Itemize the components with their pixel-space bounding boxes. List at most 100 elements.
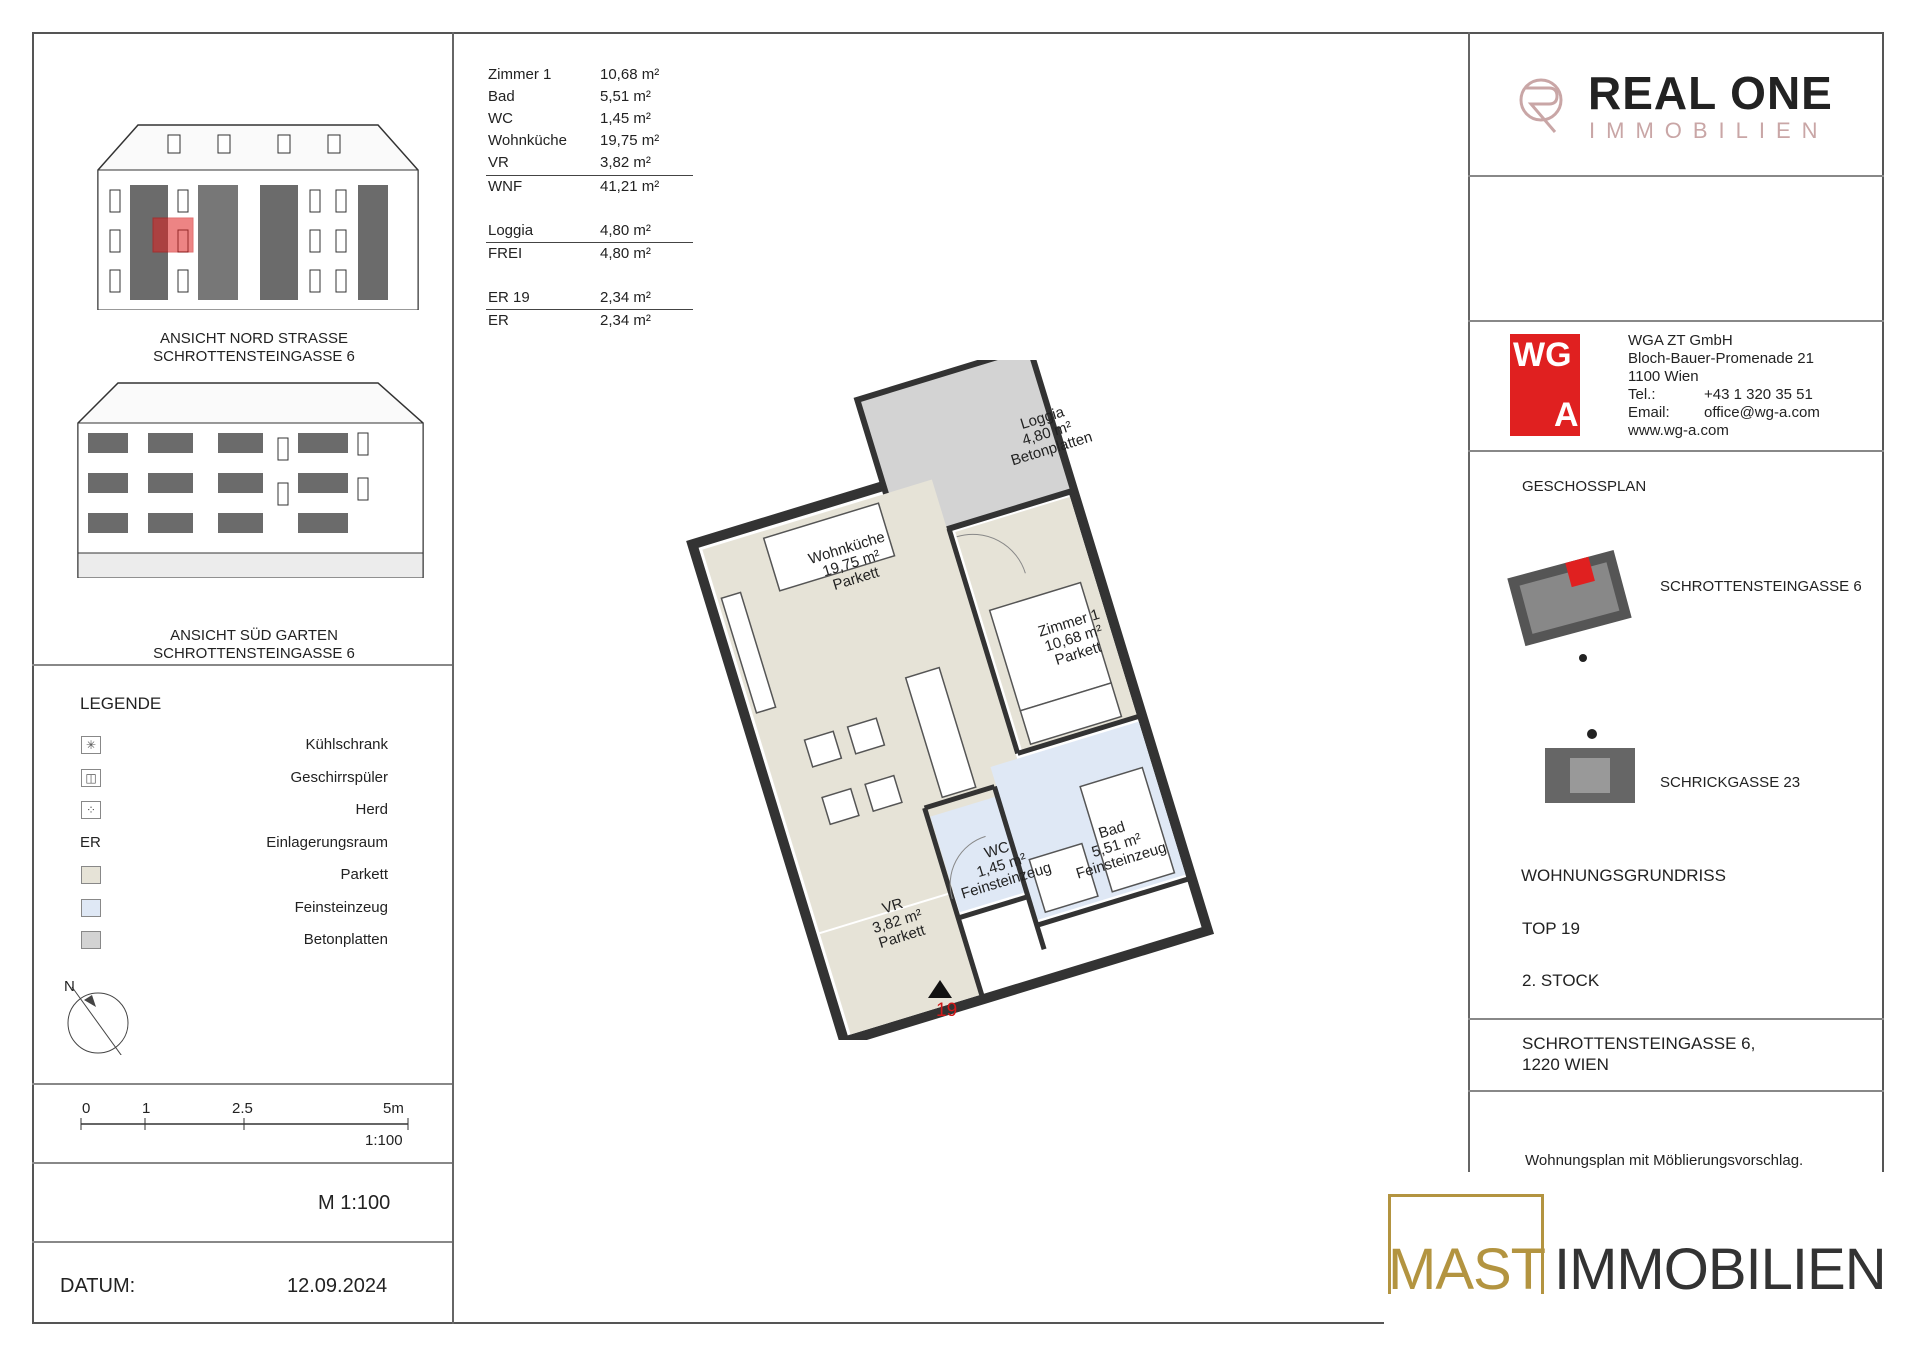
wga-tel: +43 1 320 35 51 (1704, 386, 1813, 403)
area-total-row: FREI 4,80 m² (488, 245, 693, 267)
legend-item: ⁘ Herd (78, 799, 388, 825)
parkett-swatch (81, 866, 101, 884)
divider-scalebar (32, 1083, 452, 1085)
entrance-arrow-icon (928, 980, 952, 998)
area-name: ER 19 (488, 289, 530, 306)
legend-title: LEGENDE (80, 694, 162, 713)
area-name: FREI (488, 245, 523, 262)
area-value: 4,80 m² (600, 245, 651, 262)
legend-label: Herd (355, 801, 388, 818)
area-row: Loggia 4,80 m² (488, 222, 693, 244)
area-name: Wohnküche (488, 132, 567, 149)
divider-wga (1468, 320, 1884, 322)
legend-item: Parkett (78, 864, 388, 890)
area-sum-line (486, 175, 693, 176)
area-name: WNF (488, 178, 523, 195)
area-name: WC (488, 110, 513, 127)
area-sum-line (486, 309, 693, 310)
site-plan-2-image (1545, 729, 1635, 803)
tile-swatch (81, 899, 101, 917)
area-value: 10,68 m² (600, 66, 660, 83)
real-one-wordmark: REAL ONE (1588, 67, 1833, 119)
concrete-swatch (81, 931, 101, 949)
area-value: 2,34 m² (600, 289, 651, 306)
legend-label: Einlagerungsraum (266, 834, 388, 851)
wga-street: Bloch-Bauer-Promenade 21 (1628, 350, 1814, 367)
area-value: 19,75 m² (600, 132, 660, 149)
wga-name: WGA ZT GmbH (1628, 332, 1733, 349)
wga-email[interactable]: office@wg-a.com (1704, 404, 1820, 421)
wga-email-label: Email: (1628, 404, 1670, 421)
real-one-subtitle: IMMOBILIEN (1589, 118, 1829, 143)
legend-item: ✳ Kühlschrank (78, 734, 388, 760)
wga-tel-label: Tel.: (1628, 386, 1656, 403)
plan-type-title: WOHNUNGSGRUNDRISS (1521, 866, 1726, 885)
area-value: 2,34 m² (600, 312, 651, 329)
area-value: 4,80 m² (600, 222, 651, 239)
scale-label: M 1:100 (318, 1192, 391, 1214)
legend-item: ER Einlagerungsraum (78, 832, 388, 858)
entrance-number: 19 (936, 1000, 958, 1021)
left-column-divider (452, 32, 454, 1324)
storage-abbrev: ER (80, 834, 101, 851)
area-name: VR (488, 154, 509, 171)
area-value: 1,45 m² (600, 110, 651, 127)
area-row: WC 1,45 m² (488, 110, 693, 132)
divider-date (32, 1241, 452, 1243)
mast-wordmark-2: IMMOBILIEN (1554, 1237, 1887, 1302)
legend-label: Geschirrspüler (290, 769, 388, 786)
legend-item: Betonplatten (78, 929, 388, 955)
date-value: 12.09.2024 (287, 1275, 388, 1297)
divider-note (1468, 1090, 1884, 1092)
area-row: ER 19 2,34 m² (488, 289, 693, 311)
divider-brand (1468, 175, 1884, 177)
legend-item: Feinsteinzeug (78, 897, 388, 923)
divider-geschoss (1468, 450, 1884, 452)
scale-tick-1: 1 (142, 1100, 151, 1117)
legend-label: Kühlschrank (305, 736, 388, 753)
legend-item: ◫ Geschirrspüler (78, 767, 388, 793)
north-label: N (64, 978, 75, 995)
area-name: Zimmer 1 (488, 66, 552, 83)
elevation-south-caption-1: ANSICHT SÜD GARTEN (170, 627, 338, 644)
area-row: VR 3,82 m² (488, 154, 693, 176)
area-name: ER (488, 312, 509, 329)
wga-logo: WG A (1510, 334, 1580, 436)
elevation-south-caption-2: SCHROTTENSTEINGASSE 6 (153, 645, 355, 662)
divider-scale (32, 1162, 452, 1164)
stove-icon: ⁘ (81, 801, 101, 819)
wga-web[interactable]: www.wg-a.com (1628, 422, 1820, 440)
area-row: Zimmer 1 10,68 m² (488, 66, 693, 88)
scale-tick-3: 5m (383, 1100, 404, 1117)
scale-tick-0: 0 (82, 1100, 91, 1117)
area-value: 3,82 m² (600, 154, 651, 171)
area-value: 41,21 m² (600, 178, 660, 195)
wga-logo-text-bottom: A (1554, 396, 1579, 434)
unit-number: TOP 19 (1522, 919, 1580, 938)
date-label: DATUM: (60, 1275, 136, 1297)
area-value: 5,51 m² (600, 88, 651, 105)
area-total-row: WNF 41,21 m² (488, 178, 693, 200)
unit-floor: 2. STOCK (1522, 971, 1600, 990)
elevation-north-caption-1: ANSICHT NORD STRASSE (159, 330, 349, 347)
area-sum-line (486, 242, 693, 243)
legend-label: Betonplatten (303, 931, 388, 948)
area-name: Loggia (488, 222, 534, 239)
dishwasher-icon: ◫ (81, 769, 101, 787)
legend-label: Parkett (340, 866, 388, 883)
geschossplan-building-2: SCHRICKGASSE 23 (1660, 774, 1801, 791)
divider-address (1468, 1018, 1884, 1020)
area-name: Bad (488, 88, 515, 105)
elevation-north-caption-2: SCHROTTENSTEINGASSE 6 (153, 348, 355, 365)
area-row: Bad 5,51 m² (488, 88, 693, 110)
right-column-divider (1468, 32, 1470, 1324)
address-line-2: 1220 WIEN (1522, 1055, 1609, 1074)
real-one-logo-icon (1519, 78, 1563, 133)
elevation-south-image (77, 382, 424, 578)
plan-note: Wohnungsplan mit Möblierungsvorschlag. (1525, 1152, 1804, 1169)
area-row: Wohnküche 19,75 m² (488, 132, 693, 154)
geschossplan-title: GESCHOSSPLAN (1522, 478, 1647, 495)
divider-legend (32, 664, 452, 666)
site-plan-1-image (1507, 550, 1632, 662)
wga-logo-text-top: WG (1513, 336, 1572, 374)
